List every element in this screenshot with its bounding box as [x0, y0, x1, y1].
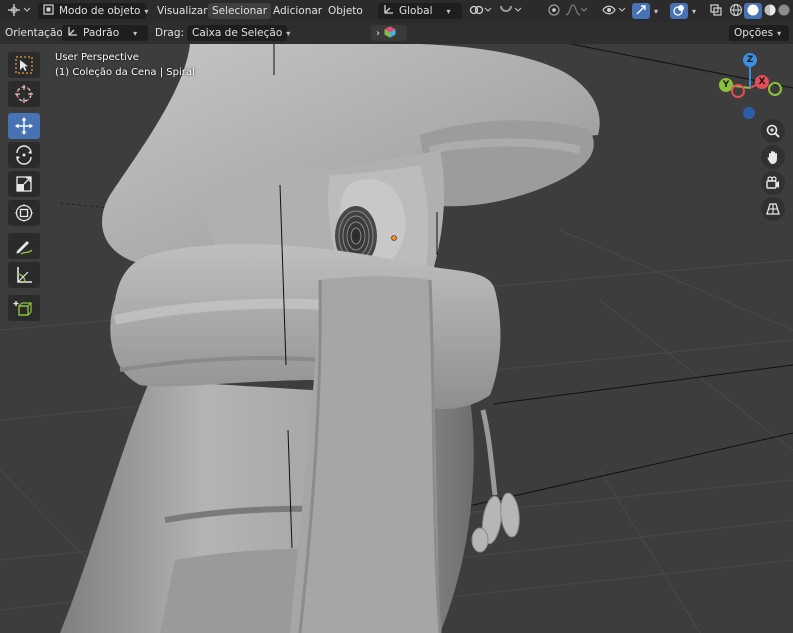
camera-view-button[interactable] — [761, 171, 785, 195]
drag-label: Drag: — [155, 27, 185, 39]
tool-annotate[interactable] — [8, 233, 40, 259]
tool-select-box[interactable] — [8, 52, 40, 78]
move-icon — [15, 117, 33, 135]
tool-add-cube[interactable] — [8, 295, 40, 321]
menu-objeto[interactable]: Objeto — [324, 3, 367, 19]
snapping-dropdown[interactable] — [497, 3, 523, 19]
pivot-point-dropdown[interactable] — [467, 3, 493, 19]
magnet-icon — [500, 5, 522, 12]
annotate-icon — [16, 241, 33, 255]
hand-pan-icon — [767, 151, 777, 164]
tool-measure[interactable] — [8, 262, 40, 288]
xray-icon — [710, 4, 722, 16]
select-box-icon — [15, 56, 33, 74]
orientation-label: Orientação: — [5, 27, 67, 39]
add-cube-icon — [13, 301, 32, 316]
active-tool-panel-toggle[interactable]: › — [371, 25, 407, 41]
chevron-down-icon: ▾ — [777, 29, 782, 38]
perspective-toggle-button[interactable] — [761, 197, 785, 221]
active-object-icon — [384, 26, 396, 38]
transform-orientation-dropdown[interactable]: Global ▾ — [378, 3, 462, 19]
transform-icon — [15, 204, 33, 222]
gizmo-z-axis[interactable]: Z — [743, 53, 757, 67]
menu-visualizar[interactable]: Visualizar — [153, 3, 212, 19]
chevron-right-icon: › — [376, 28, 380, 39]
navigation-gizmo[interactable]: Z Y X — [712, 52, 792, 122]
xray-toggle[interactable] — [707, 3, 725, 19]
tool-scale[interactable] — [8, 171, 40, 197]
material-sphere-icon — [764, 4, 776, 16]
orientation-axes-icon — [68, 27, 77, 36]
object-origin-dot — [391, 235, 397, 241]
orientation-dropdown[interactable]: Padrão ▾ — [62, 25, 148, 41]
scene-render — [0, 44, 793, 633]
options-dropdown[interactable]: Opções ▾ — [729, 25, 789, 41]
transform-orientation-label: Global — [399, 5, 433, 17]
chevron-down-icon: ▾ — [133, 29, 138, 38]
collection-info: (1) Coleção da Cena | Spiral — [55, 67, 195, 78]
shading-wireframe[interactable] — [727, 3, 745, 19]
menu-adicionar[interactable]: Adicionar — [269, 3, 326, 19]
gizmo-dropdown[interactable]: ▾ — [650, 3, 662, 19]
overlays-icon — [673, 5, 684, 16]
proportional-editing-icon — [548, 4, 560, 16]
pan-button[interactable] — [761, 145, 785, 169]
visibility-dropdown[interactable] — [601, 3, 627, 19]
object-mode-icon — [43, 4, 54, 15]
chevron-down-icon: ▾ — [144, 7, 149, 16]
scale-icon — [16, 176, 32, 192]
view-name: User Perspective — [55, 52, 139, 63]
chevron-down-icon: ▾ — [446, 7, 451, 16]
wireframe-sphere-icon — [730, 4, 742, 16]
orientation-value: Padrão — [83, 27, 120, 39]
solid-sphere-icon — [747, 4, 759, 16]
camera-icon — [766, 176, 779, 189]
chevron-down-icon: ▾ — [691, 7, 696, 16]
editor-type-icon — [8, 4, 31, 16]
measure-icon — [17, 267, 32, 283]
gizmo-neg-z-axis[interactable] — [743, 107, 755, 119]
gizmo-neg-y-axis[interactable] — [768, 82, 782, 96]
falloff-dropdown[interactable] — [564, 3, 588, 19]
menu-selecionar[interactable]: Selecionar — [208, 3, 272, 19]
shading-solid[interactable] — [744, 3, 762, 19]
mode-dropdown[interactable]: Modo de objeto ▾ — [38, 3, 149, 19]
overlays-toggle[interactable] — [670, 3, 688, 19]
rotate-icon — [16, 145, 32, 165]
3d-viewport[interactable]: User Perspective (1) Coleção da Cena | S… — [0, 44, 793, 633]
global-axes-icon — [384, 5, 393, 14]
editor-type-dropdown[interactable] — [6, 3, 32, 19]
falloff-curve-icon — [565, 4, 588, 16]
zoom-button[interactable] — [761, 119, 785, 143]
rendered-sphere-icon — [778, 4, 790, 16]
chevron-down-icon: ▾ — [286, 29, 291, 38]
link-icon — [469, 5, 492, 15]
tool-rotate[interactable] — [8, 142, 40, 168]
tool-transform[interactable] — [8, 200, 40, 226]
chevron-down-icon: ▾ — [653, 7, 658, 16]
viewport-header: Modo de objeto ▾ Visualizar Selecionar Ad… — [0, 0, 793, 22]
drag-dropdown[interactable]: Caixa de Seleção ▾ — [187, 25, 291, 41]
grid-view-icon — [766, 203, 780, 215]
zoom-icon — [766, 124, 780, 138]
gizmo-toggle[interactable] — [632, 3, 650, 19]
options-label: Opções — [734, 27, 774, 39]
gizmo-x-axis[interactable]: X — [755, 75, 769, 89]
tool-move[interactable] — [8, 113, 40, 139]
shading-rendered[interactable] — [777, 3, 791, 19]
cursor-icon — [15, 85, 33, 103]
mode-label: Modo de objeto — [59, 5, 141, 17]
eye-icon — [602, 5, 626, 15]
proportional-editing-toggle[interactable] — [545, 3, 563, 19]
drag-value: Caixa de Seleção — [192, 27, 283, 39]
tool-cursor[interactable] — [8, 81, 40, 107]
tool-settings-bar: Orientação: Padrão ▾ Drag: Caixa de Seleç… — [0, 22, 793, 44]
gizmo-icon — [636, 5, 646, 15]
overlays-dropdown[interactable]: ▾ — [688, 3, 700, 19]
gizmo-neg-x-axis[interactable] — [731, 84, 745, 98]
